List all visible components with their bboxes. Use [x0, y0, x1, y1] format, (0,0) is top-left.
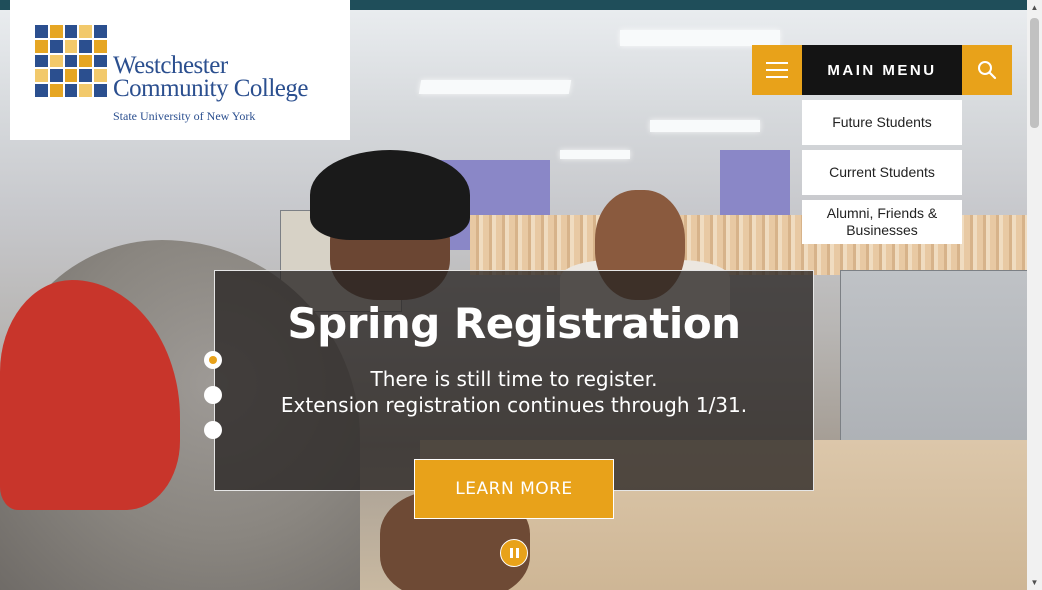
pause-icon: [509, 548, 513, 558]
slide-caption-panel: Spring Registration There is still time …: [214, 270, 814, 491]
audience-link-alumni-friends-businesses[interactable]: Alumni, Friends & Businesses: [802, 200, 962, 244]
logo-name-line2: Community College: [113, 75, 308, 102]
college-logo[interactable]: Westchester Community College State Univ…: [10, 0, 350, 140]
search-icon: [978, 61, 997, 80]
logo-subtitle: State University of New York: [113, 109, 256, 123]
search-button[interactable]: [962, 45, 1012, 95]
scroll-up-arrow-icon[interactable]: ▲: [1027, 0, 1042, 15]
scroll-down-arrow-icon[interactable]: ▼: [1027, 575, 1042, 590]
slide-dot-2[interactable]: [204, 386, 222, 404]
pause-button[interactable]: [500, 539, 528, 567]
logo-grid-mark: [35, 25, 107, 97]
slide-text-line1: There is still time to register.: [370, 367, 658, 391]
audience-link-future-students[interactable]: Future Students: [802, 100, 962, 145]
audience-link-current-students[interactable]: Current Students: [802, 150, 962, 195]
hamburger-icon[interactable]: [752, 45, 802, 95]
main-menu-button[interactable]: MAIN MENU: [802, 45, 962, 95]
slide-text-line2: Extension registration continues through…: [280, 393, 748, 417]
scroll-thumb[interactable]: [1030, 18, 1039, 128]
slide-dot-3[interactable]: [204, 421, 222, 439]
slide-title: Spring Registration: [287, 299, 741, 348]
learn-more-button[interactable]: LEARN MORE: [414, 459, 614, 519]
scrollbar[interactable]: ▲ ▼: [1027, 0, 1042, 590]
slide-dot-1[interactable]: [204, 351, 222, 369]
